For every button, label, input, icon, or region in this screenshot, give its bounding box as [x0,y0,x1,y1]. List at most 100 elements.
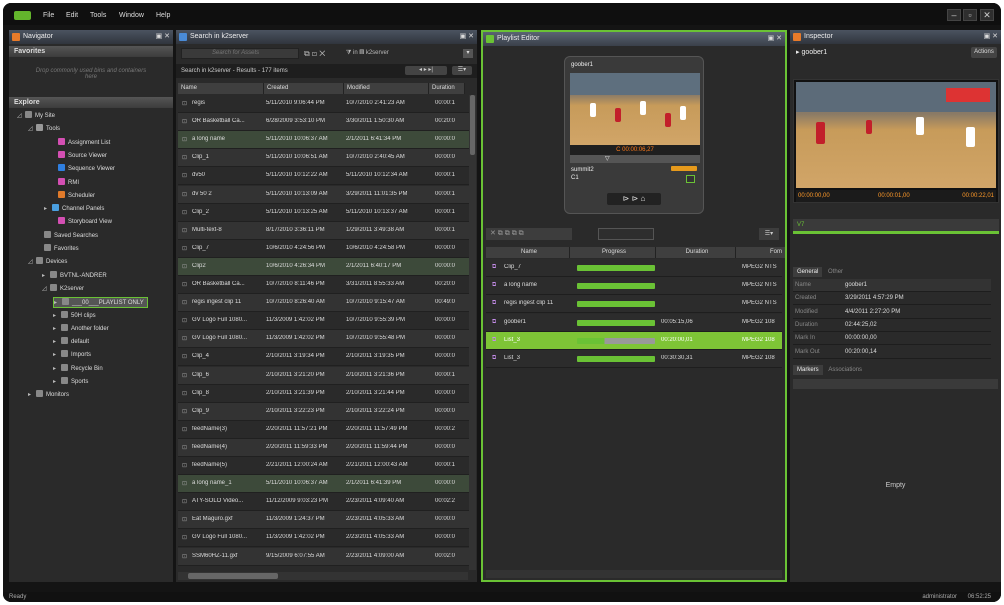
menu-edit[interactable]: Edit [66,12,78,19]
tree-item[interactable]: Favorites [36,244,79,255]
search-input[interactable]: Search for Assets [181,48,299,59]
table-row[interactable]: ⊡ feedName(4) 2/20/2011 11:59:33 PM 2/20/20… [178,438,469,457]
table-row[interactable]: ⊡ feedName(5) 2/21/2011 12:00:24 AM 2/21/20… [178,457,469,475]
table-row[interactable]: ⊡ Clip_2 5/11/2010 10:13:25 AM 5/11/2010 10… [178,204,469,222]
expand-icon[interactable]: ▸ [53,324,61,335]
table-row[interactable]: ⊡ a long name 5/11/2010 10:06:37 AM 2/1/201… [178,131,469,150]
playlist-toolbar[interactable]: ✕ ⧉ ⧉ ⧉ ⧉ [486,228,572,240]
tree-item[interactable]: ▸ Another folder [53,323,109,335]
tree-item[interactable]: Sequence Viewer [50,164,115,175]
tree-item[interactable]: ◿ Devices [28,257,67,268]
table-row[interactable]: ⊡ OR Basketball Ca... 6/28/2009 3:53:10 PM… [178,113,469,132]
table-row[interactable]: ⊡ a long name_1 5/11/2010 10:06:37 AM 2/1/2… [178,475,469,494]
tree-item[interactable]: ▸ BVTNL-ANDRER [42,270,107,282]
expand-icon[interactable]: ▸ [53,350,61,361]
table-row[interactable]: ⊡ regis ingest clip 11 10/7/2010 8:26:40 A… [178,294,469,313]
menu-help[interactable]: Help [156,12,170,19]
playlist-view-icon[interactable]: ☰▾ [759,228,779,240]
tab-general[interactable]: General [793,267,823,277]
tree-item[interactable]: ▸ ___00___PLAYLIST ONLY [53,297,148,309]
expand-icon[interactable]: ◿ [17,111,25,122]
playlist-row[interactable]: ⧉ Clip_7 MPEG2 NTS [486,259,782,277]
table-row[interactable]: ⊡ Eat Maguro.gxf 11/3/2009 1:24:37 PM 2/23/… [178,511,469,530]
preview-scrubber[interactable]: ▽ [570,155,700,163]
expand-icon[interactable]: ◿ [28,124,36,135]
tree-item[interactable]: RMI [50,177,79,189]
playlist-row[interactable]: ⧉ List_3 00:20:00,01 MPEG2 108 [486,331,782,350]
table-row[interactable]: ⊡Channel Fkox.gxf11/17/2009 3:19:28 PM2/… [178,566,469,570]
tree-item[interactable]: ▸ Channel Panels [44,204,104,215]
table-row[interactable]: ⊡ feedName(3) 2/20/2011 11:57:21 PM 2/20/20… [178,421,469,439]
panel-close-icon[interactable]: ▣ ✕ [768,32,782,46]
tree-item[interactable]: ▸ 50H clips [53,310,96,322]
col-duration[interactable]: Duration [429,83,465,94]
tree-item[interactable]: ▸ Sports [53,377,88,388]
search-tools-icon[interactable]: ⧉ ⊡ ✕ [304,49,325,59]
expand-icon[interactable]: ▸ [53,311,61,322]
tree-item[interactable]: Saved Searches [36,230,98,242]
clip-monitor-icon[interactable] [686,175,695,183]
tab-other[interactable]: Other [824,267,847,277]
expand-icon[interactable]: ▸ [42,271,50,282]
table-row[interactable]: ⊡ Multi-text-8 8/17/2010 3:36:11 PM 1/29/20… [178,221,469,240]
tree-item[interactable]: ▸ Recycle Bin [53,363,103,375]
favorites-header[interactable]: Favorites [9,46,173,57]
pager-control[interactable]: ◂ ▸ ▸| [405,66,447,75]
playlist-hscroll[interactable] [486,570,782,578]
transport-controls[interactable]: ⊳ ⊳ ⌂ [607,193,661,205]
inspector-timeline[interactable]: V7 [793,219,999,234]
table-row[interactable]: ⊡ GV Logo Full 1080... 11/3/2009 1:42:02 P… [178,312,469,331]
expand-icon[interactable]: ◿ [28,257,36,268]
col-pl-progress[interactable]: Progress [570,247,656,258]
table-row[interactable]: ⊡ dv 50 2 5/11/2010 10:13:09 AM 3/29/2011 1… [178,185,469,204]
expand-icon[interactable]: ▸ [53,364,61,375]
col-created[interactable]: Created [264,83,344,94]
menu-file[interactable]: File [43,12,54,19]
preview-card[interactable]: goober1 C 00:00:06,27 ▽ summit2 C1 ⊳ ⊳ ⌂ [564,56,704,214]
table-row[interactable]: ⊡ regis 5/11/2010 9:06:44 PM 10/7/2010 2:41… [178,95,469,113]
tree-item[interactable]: Scheduler [50,190,95,202]
tree-item[interactable]: ◿ Tools [28,124,60,135]
panel-close-icon[interactable]: ▣ ✕ [984,30,998,44]
table-row[interactable]: ⊡ dv50 5/11/2010 10:12:22 AM 5/11/2010 10:1… [178,167,469,186]
tree-item[interactable]: Assignment List [50,137,110,149]
menu-tools[interactable]: Tools [90,12,106,19]
col-name[interactable]: Name [178,83,264,94]
minimize-button[interactable]: – [947,9,961,21]
expand-icon[interactable]: ▸ [28,390,36,401]
tab-associations[interactable]: Associations [824,365,866,375]
restore-button[interactable]: ▫ [963,9,977,21]
table-row[interactable]: ⊡ Clip_6 2/10/2011 3:21:20 PM 2/10/2011 3:2… [178,366,469,385]
table-row[interactable]: ⊡ Clip_4 2/10/2011 3:19:34 PM 2/10/2011 3:1… [178,348,469,367]
expand-icon[interactable]: ▸ [44,204,52,215]
playlist-filter-field[interactable] [598,228,654,240]
expand-icon[interactable]: ▸ [53,337,61,348]
expand-icon[interactable]: ▸ [53,377,61,388]
panel-close-icon[interactable]: ▣ ✕ [460,30,474,44]
table-row[interactable]: ⊡ Clip_7 10/6/2010 4:24:56 PM 10/6/2010 4:2… [178,240,469,258]
tree-item[interactable]: ◿ My Site [17,111,55,122]
playlist-row[interactable]: ⧉ regis ingest clip 11 MPEG2 NTS [486,295,782,314]
table-row[interactable]: ⊡ Clip2 10/6/2010 4:26:34 PM 2/1/2011 6:40:… [178,257,469,276]
table-row[interactable]: ⊡ Clip_8 2/10/2011 3:21:39 PM 2/10/2011 3:2… [178,385,469,403]
scope-dropdown-icon[interactable]: ▾ [463,49,473,58]
view-menu-icon[interactable]: ☰▾ [452,66,472,75]
explore-header[interactable]: Explore [9,97,173,108]
table-row[interactable]: ⊡ SSM60HZ-11.gxf 9/15/2009 6:07:55 AM 2/23/… [178,547,469,566]
col-pl-duration[interactable]: Duration [656,247,736,258]
results-scrollbar[interactable] [469,95,476,570]
tree-item[interactable]: Storyboard View [50,217,112,228]
field-value[interactable]: goober1 [845,279,867,292]
results-hscroll[interactable] [178,572,468,580]
close-button[interactable]: ✕ [980,9,994,21]
actions-button[interactable]: Actions [971,47,997,58]
table-row[interactable]: ⊡ GV Logo Full 1080... 11/3/2009 1:42:02 P… [178,529,469,548]
expand-icon[interactable]: ◿ [42,284,50,295]
expand-icon[interactable]: ▸ [54,298,62,309]
tree-item[interactable]: ▸ Monitors [28,390,69,401]
tree-item[interactable]: Source Viewer [50,150,107,162]
playlist-row[interactable]: ⧉ List_3 00:30:30,31 MPEG2 108 [486,350,782,368]
col-pl-name[interactable]: Name [486,247,570,258]
tree-item[interactable]: ▸ Imports [53,350,91,361]
tree-item[interactable]: ◿ K2server [42,283,84,295]
